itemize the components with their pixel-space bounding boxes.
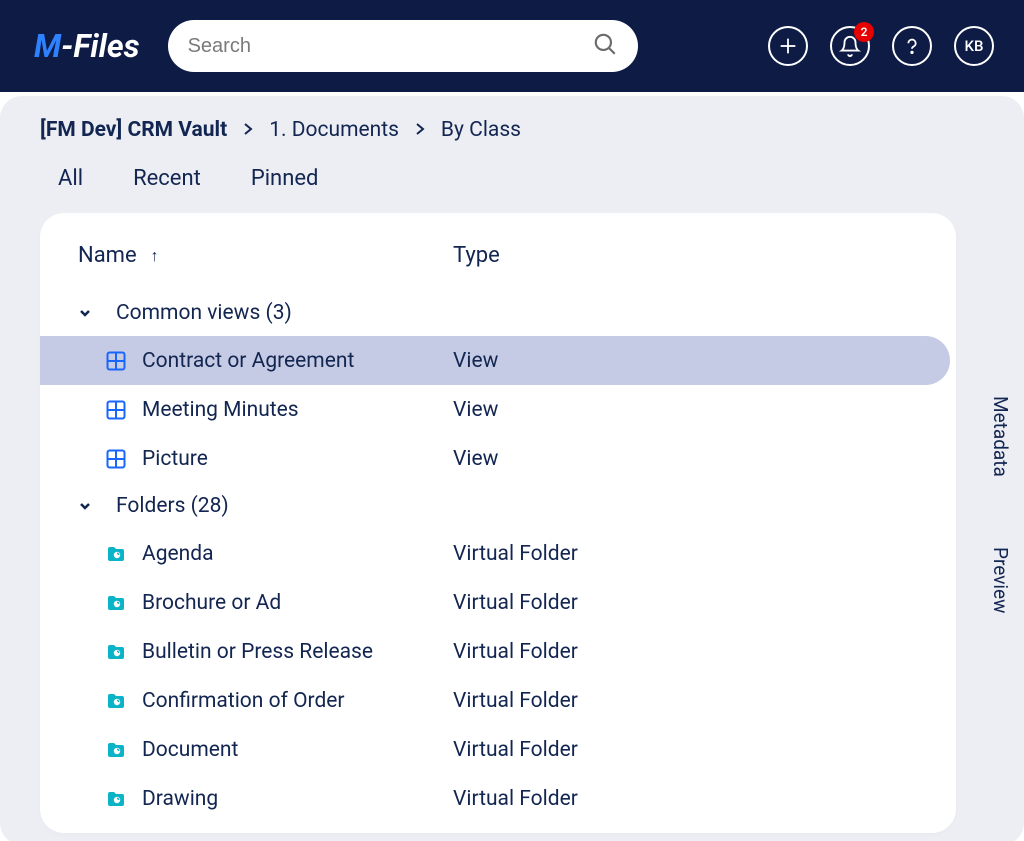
breadcrumb-item[interactable]: By Class bbox=[441, 118, 521, 142]
item-name: Confirmation of Order bbox=[142, 689, 453, 713]
breadcrumb-item[interactable]: 1. Documents bbox=[269, 118, 399, 142]
app-logo[interactable]: M-Files bbox=[34, 30, 140, 62]
list-item[interactable]: Confirmation of OrderVirtual Folder bbox=[40, 676, 956, 725]
item-type: Virtual Folder bbox=[453, 738, 956, 762]
main-area: [FM Dev] CRM Vault 1. Documents By Class A… bbox=[0, 96, 1024, 841]
item-type: View bbox=[453, 398, 956, 422]
chevron-down-icon bbox=[78, 306, 116, 320]
view-icon bbox=[100, 400, 142, 420]
group-label: Common views (3) bbox=[116, 301, 292, 325]
item-name: Picture bbox=[142, 447, 453, 471]
list-item[interactable]: Meeting MinutesView bbox=[40, 385, 956, 434]
side-tab-metadata[interactable]: Metadata bbox=[989, 396, 1012, 477]
item-name: Contract or Agreement bbox=[142, 349, 453, 373]
virtual-folder-icon bbox=[100, 789, 142, 809]
column-type-label: Type bbox=[453, 243, 500, 268]
list-item[interactable]: PictureView bbox=[40, 434, 956, 483]
item-type: Virtual Folder bbox=[453, 542, 956, 566]
listing-card: Name ↑ Type Common views (3) Contract or … bbox=[40, 213, 956, 833]
tab-all[interactable]: All bbox=[58, 166, 83, 191]
listing-rows: Common views (3)Contract or AgreementVie… bbox=[40, 290, 956, 823]
search-box[interactable] bbox=[168, 20, 638, 72]
logo-part-files: -Files bbox=[61, 30, 139, 62]
column-name-label: Name bbox=[78, 243, 137, 268]
item-type: View bbox=[453, 349, 950, 373]
user-avatar[interactable]: KB bbox=[954, 26, 994, 66]
item-type: Virtual Folder bbox=[453, 640, 956, 664]
help-button[interactable] bbox=[892, 26, 932, 66]
breadcrumb-separator-icon bbox=[243, 118, 253, 142]
list-item[interactable]: DocumentVirtual Folder bbox=[40, 725, 956, 774]
list-item[interactable]: DrawingVirtual Folder bbox=[40, 774, 956, 823]
tab-recent[interactable]: Recent bbox=[133, 166, 201, 191]
list-item[interactable]: Bulletin or Press ReleaseVirtual Folder bbox=[40, 627, 956, 676]
column-headers: Name ↑ Type bbox=[40, 243, 956, 290]
breadcrumb-item[interactable]: [FM Dev] CRM Vault bbox=[40, 118, 227, 142]
virtual-folder-icon bbox=[100, 642, 142, 662]
notification-badge: 2 bbox=[854, 22, 874, 42]
avatar-initials: KB bbox=[965, 37, 984, 55]
logo-part-m: M bbox=[34, 30, 61, 62]
list-item[interactable]: AgendaVirtual Folder bbox=[40, 529, 956, 578]
virtual-folder-icon bbox=[100, 544, 142, 564]
item-type: Virtual Folder bbox=[453, 787, 956, 811]
item-name: Brochure or Ad bbox=[142, 591, 453, 615]
group-label: Folders (28) bbox=[116, 494, 229, 518]
side-tab-preview[interactable]: Preview bbox=[989, 547, 1012, 613]
item-type: Virtual Folder bbox=[453, 591, 956, 615]
breadcrumb-separator-icon bbox=[415, 118, 425, 142]
item-type: Virtual Folder bbox=[453, 689, 956, 713]
item-name: Agenda bbox=[142, 542, 453, 566]
side-tabs: Metadata Preview bbox=[989, 396, 1012, 613]
column-type[interactable]: Type bbox=[453, 243, 956, 268]
item-name: Meeting Minutes bbox=[142, 398, 453, 422]
virtual-folder-icon bbox=[100, 740, 142, 760]
search-input[interactable] bbox=[188, 35, 592, 58]
tab-pinned[interactable]: Pinned bbox=[251, 166, 319, 191]
view-tabs: All Recent Pinned bbox=[0, 142, 1024, 213]
item-name: Bulletin or Press Release bbox=[142, 640, 453, 664]
breadcrumb: [FM Dev] CRM Vault 1. Documents By Class bbox=[0, 118, 1024, 142]
virtual-folder-icon bbox=[100, 691, 142, 711]
group-header[interactable]: Folders (28) bbox=[40, 483, 956, 529]
add-button[interactable] bbox=[768, 26, 808, 66]
virtual-folder-icon bbox=[100, 593, 142, 613]
column-name[interactable]: Name ↑ bbox=[78, 243, 453, 268]
list-item[interactable]: Brochure or AdVirtual Folder bbox=[40, 578, 956, 627]
view-icon bbox=[100, 351, 142, 371]
list-item[interactable]: Contract or AgreementView bbox=[40, 336, 950, 385]
item-name: Drawing bbox=[142, 787, 453, 811]
item-type: View bbox=[453, 447, 956, 471]
item-name: Document bbox=[142, 738, 453, 762]
search-icon[interactable] bbox=[592, 31, 618, 61]
group-header[interactable]: Common views (3) bbox=[40, 290, 956, 336]
header-actions: 2 KB bbox=[768, 26, 994, 66]
top-bar: M-Files 2 KB bbox=[0, 0, 1024, 92]
sort-ascending-icon: ↑ bbox=[151, 246, 159, 266]
chevron-down-icon bbox=[78, 499, 116, 513]
view-icon bbox=[100, 449, 142, 469]
notifications-button[interactable]: 2 bbox=[830, 26, 870, 66]
